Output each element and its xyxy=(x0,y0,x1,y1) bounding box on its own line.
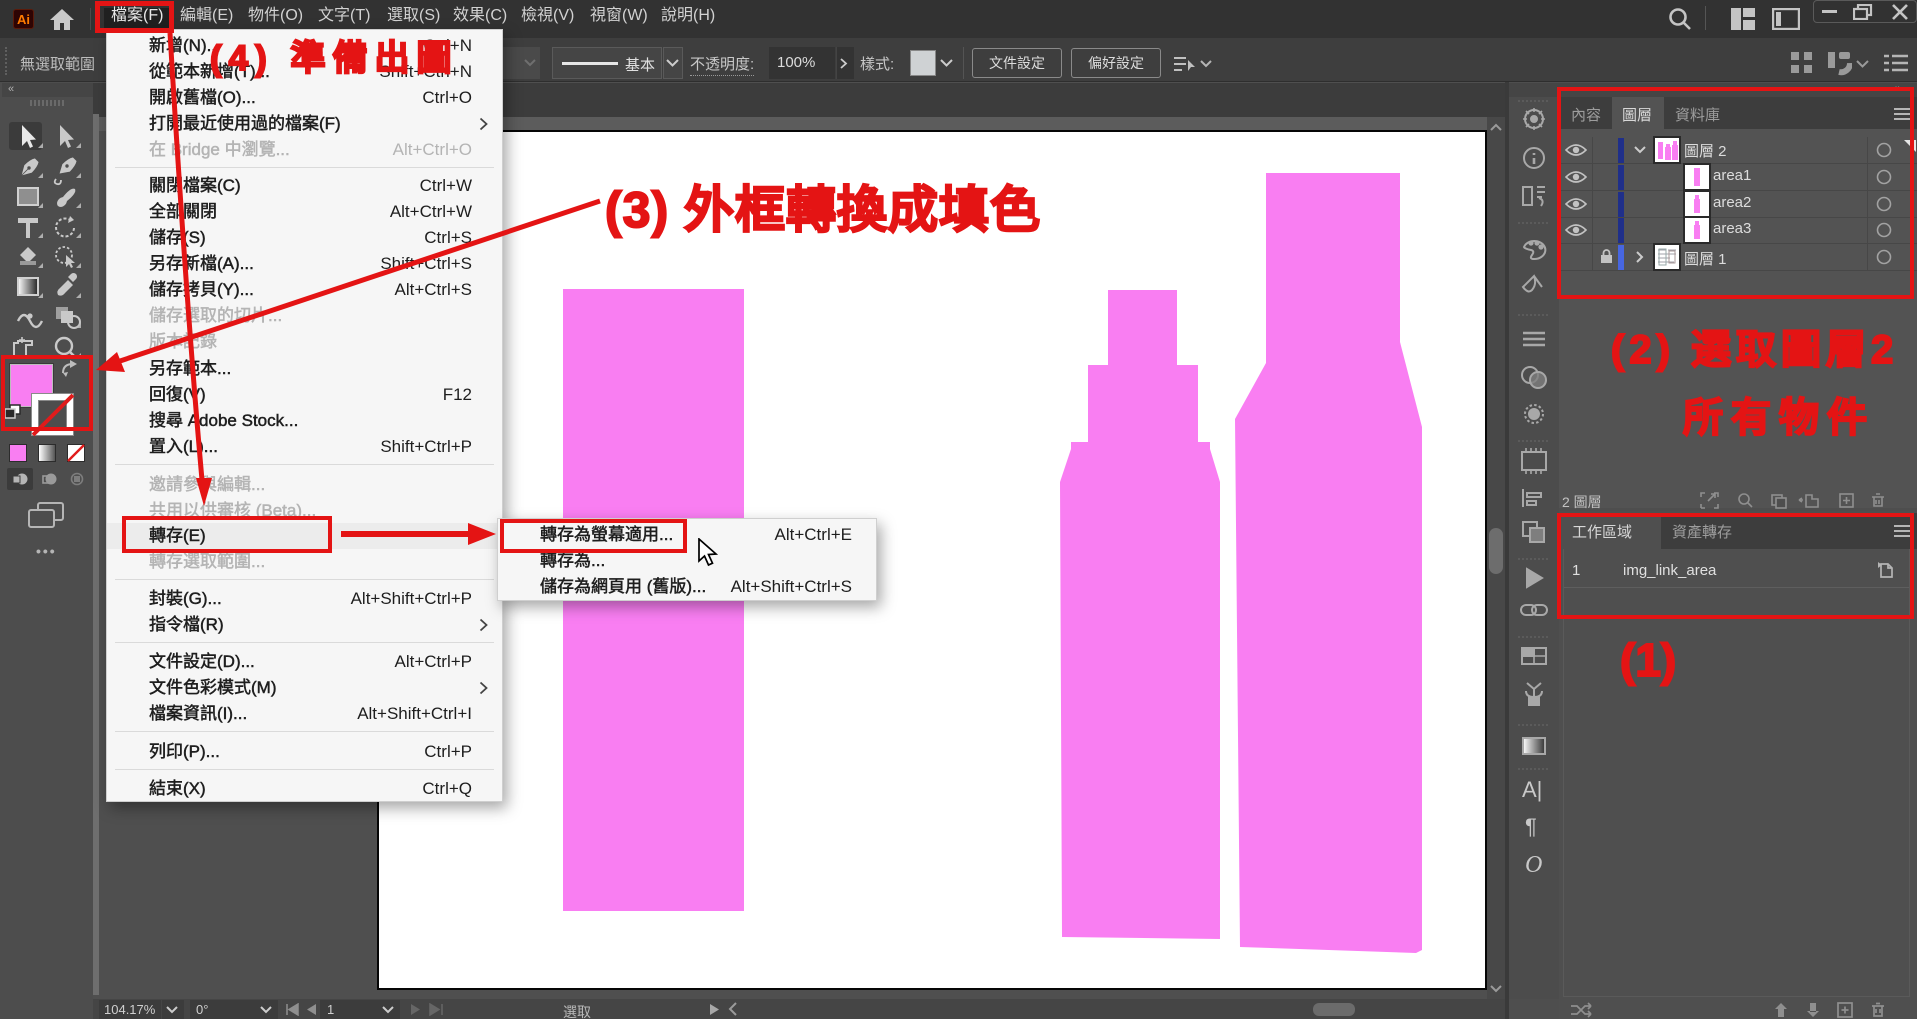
svg-text:A|: A| xyxy=(1522,777,1542,802)
svg-text:O: O xyxy=(1525,852,1542,878)
svg-text:¶: ¶ xyxy=(1525,814,1537,839)
